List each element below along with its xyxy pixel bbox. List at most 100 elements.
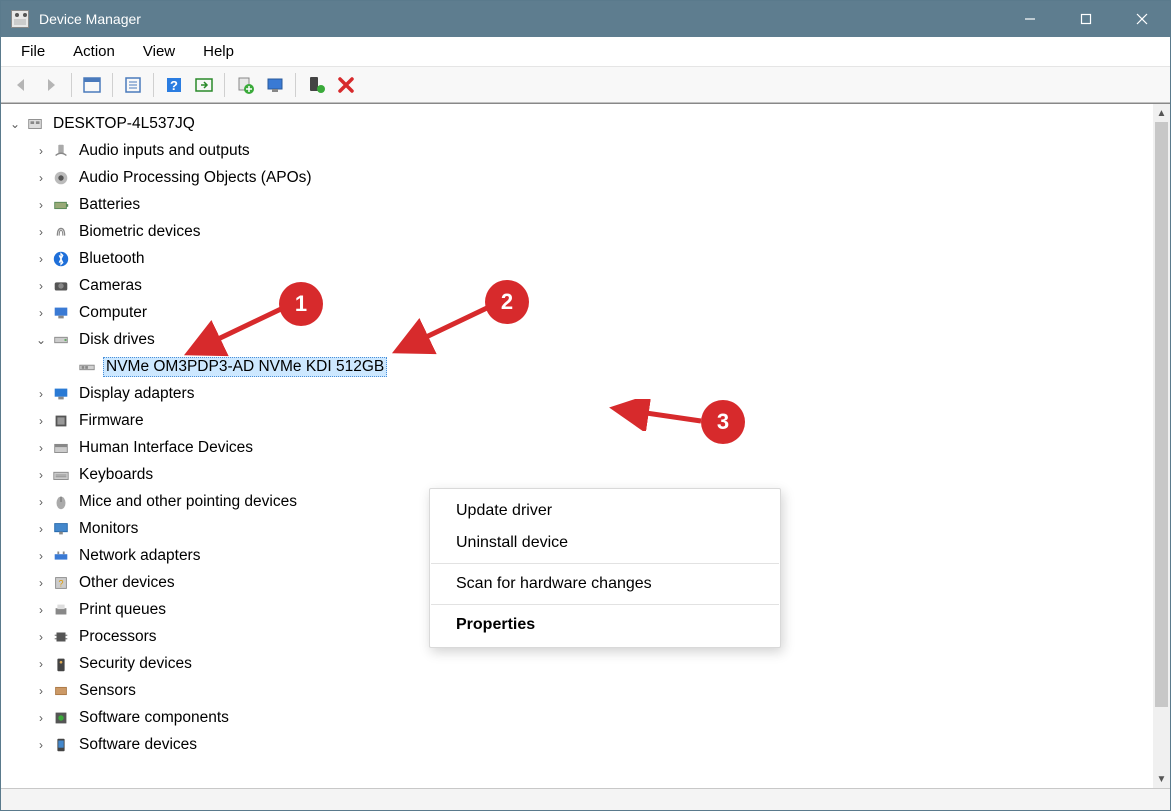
tree-category-firmware[interactable]: ›Firmware (5, 407, 1149, 434)
menu-action[interactable]: Action (59, 39, 129, 64)
expand-icon[interactable]: › (31, 468, 51, 482)
annotation-badge-1: 1 (279, 282, 323, 326)
enable-device-button[interactable] (302, 71, 330, 99)
scrollbar-thumb[interactable] (1155, 122, 1168, 707)
window-title: Device Manager (39, 11, 1002, 27)
tree-category-label: Batteries (77, 196, 142, 214)
scan-hardware-button[interactable] (261, 71, 289, 99)
tree-category-cameras[interactable]: › Cameras (5, 272, 1149, 299)
ctx-separator (431, 604, 779, 605)
tree-category-label: Software devices (77, 736, 199, 754)
tree-category-apo[interactable]: ›Audio Processing Objects (APOs) (5, 164, 1149, 191)
expand-icon[interactable]: › (31, 549, 51, 563)
tree-category-label: Disk drives (77, 331, 157, 349)
forward-button[interactable] (37, 71, 65, 99)
expand-icon[interactable]: › (31, 387, 51, 401)
toolbar-separator (153, 73, 154, 97)
bluetooth-icon (51, 249, 71, 269)
tree-category-label: Computer (77, 304, 149, 322)
tree-category-label: Human Interface Devices (77, 439, 255, 457)
ctx-properties[interactable]: Properties (430, 609, 780, 641)
uninstall-device-button[interactable] (332, 71, 360, 99)
expand-icon[interactable]: › (31, 414, 51, 428)
collapse-icon[interactable]: ⌄ (5, 117, 25, 131)
maximize-button[interactable] (1058, 1, 1114, 37)
tree-category-bluetooth[interactable]: › Bluetooth (5, 245, 1149, 272)
show-hide-console-button[interactable] (78, 71, 106, 99)
disk-drive-icon (77, 357, 97, 377)
expand-icon[interactable]: › (31, 441, 51, 455)
tree-category-sensors[interactable]: › Sensors (5, 677, 1149, 704)
expand-icon[interactable]: › (31, 306, 51, 320)
expand-icon[interactable]: › (31, 144, 51, 158)
svg-text:?: ? (170, 78, 178, 93)
menu-file[interactable]: File (7, 39, 59, 64)
ctx-separator (431, 563, 779, 564)
tree-category-keyboards[interactable]: ›Keyboards (5, 461, 1149, 488)
tree-category-label: Cameras (77, 277, 144, 295)
tree-category-computer[interactable]: › Computer (5, 299, 1149, 326)
minimize-button[interactable] (1002, 1, 1058, 37)
help-button[interactable]: ? (160, 71, 188, 99)
menu-view[interactable]: View (129, 39, 189, 64)
scroll-up-icon[interactable]: ▲ (1153, 104, 1170, 122)
firmware-icon (51, 411, 71, 431)
swdev-icon (51, 735, 71, 755)
toolbar-separator (295, 73, 296, 97)
biometric-icon (51, 222, 71, 242)
ctx-update-driver[interactable]: Update driver (430, 495, 780, 527)
tree-category-swdev[interactable]: › Software devices (5, 731, 1149, 758)
svg-text:?: ? (58, 578, 63, 588)
tree-category-batteries[interactable]: › Batteries (5, 191, 1149, 218)
expand-icon[interactable]: › (31, 576, 51, 590)
status-bar (1, 788, 1170, 810)
tree-category-biometric[interactable]: ›Biometric devices (5, 218, 1149, 245)
tree-device-nvme[interactable]: NVMe OM3PDP3-AD NVMe KDI 512GB (5, 353, 1149, 380)
vertical-scrollbar[interactable]: ▲ ▼ (1153, 104, 1170, 788)
close-button[interactable] (1114, 1, 1170, 37)
expand-icon[interactable]: › (31, 225, 51, 239)
tree-category-disk[interactable]: ⌄ Disk drives (5, 326, 1149, 353)
tree-category-hid[interactable]: › Human Interface Devices (5, 434, 1149, 461)
expand-icon[interactable]: › (31, 603, 51, 617)
device-tree[interactable]: ⌄ DESKTOP-4L537JQ ›Audio inputs and output… (1, 104, 1153, 788)
app-icon (11, 10, 29, 28)
back-button[interactable] (7, 71, 35, 99)
tree-category-swcomp[interactable]: ›Software components (5, 704, 1149, 731)
tree-category-security[interactable]: ›Security devices (5, 650, 1149, 677)
keyboards-icon (51, 465, 71, 485)
expand-icon[interactable]: › (31, 522, 51, 536)
expand-icon[interactable]: ⌄ (31, 333, 51, 347)
tree-category-label: Bluetooth (77, 250, 147, 268)
hid-icon (51, 438, 71, 458)
annotation-arrow-2 (389, 299, 499, 359)
scroll-down-icon[interactable]: ▼ (1153, 770, 1170, 788)
expand-icon[interactable]: › (31, 711, 51, 725)
annotation-badge-3: 3 (701, 400, 745, 444)
expand-icon[interactable]: › (31, 684, 51, 698)
expand-icon[interactable]: › (31, 171, 51, 185)
ctx-uninstall-device[interactable]: Uninstall device (430, 527, 780, 559)
expand-icon[interactable]: › (31, 198, 51, 212)
expand-icon[interactable]: › (31, 630, 51, 644)
expand-icon[interactable]: › (31, 495, 51, 509)
tree-root-label: DESKTOP-4L537JQ (51, 115, 197, 133)
tree-category-audio[interactable]: ›Audio inputs and outputs (5, 137, 1149, 164)
menu-bar: File Action View Help (1, 37, 1170, 67)
action-button[interactable] (190, 71, 218, 99)
tree-category-display[interactable]: ›Display adapters (5, 380, 1149, 407)
display-icon (51, 384, 71, 404)
expand-icon[interactable]: › (31, 657, 51, 671)
menu-help[interactable]: Help (189, 39, 248, 64)
tree-category-label: Sensors (77, 682, 138, 700)
audio-icon (51, 141, 71, 161)
update-driver-button[interactable] (231, 71, 259, 99)
expand-icon[interactable]: › (31, 738, 51, 752)
expand-icon[interactable]: › (31, 279, 51, 293)
tree-root[interactable]: ⌄ DESKTOP-4L537JQ (5, 110, 1149, 137)
toolbar-separator (224, 73, 225, 97)
ctx-scan-hardware[interactable]: Scan for hardware changes (430, 568, 780, 600)
security-icon (51, 654, 71, 674)
expand-icon[interactable]: › (31, 252, 51, 266)
properties-button[interactable] (119, 71, 147, 99)
